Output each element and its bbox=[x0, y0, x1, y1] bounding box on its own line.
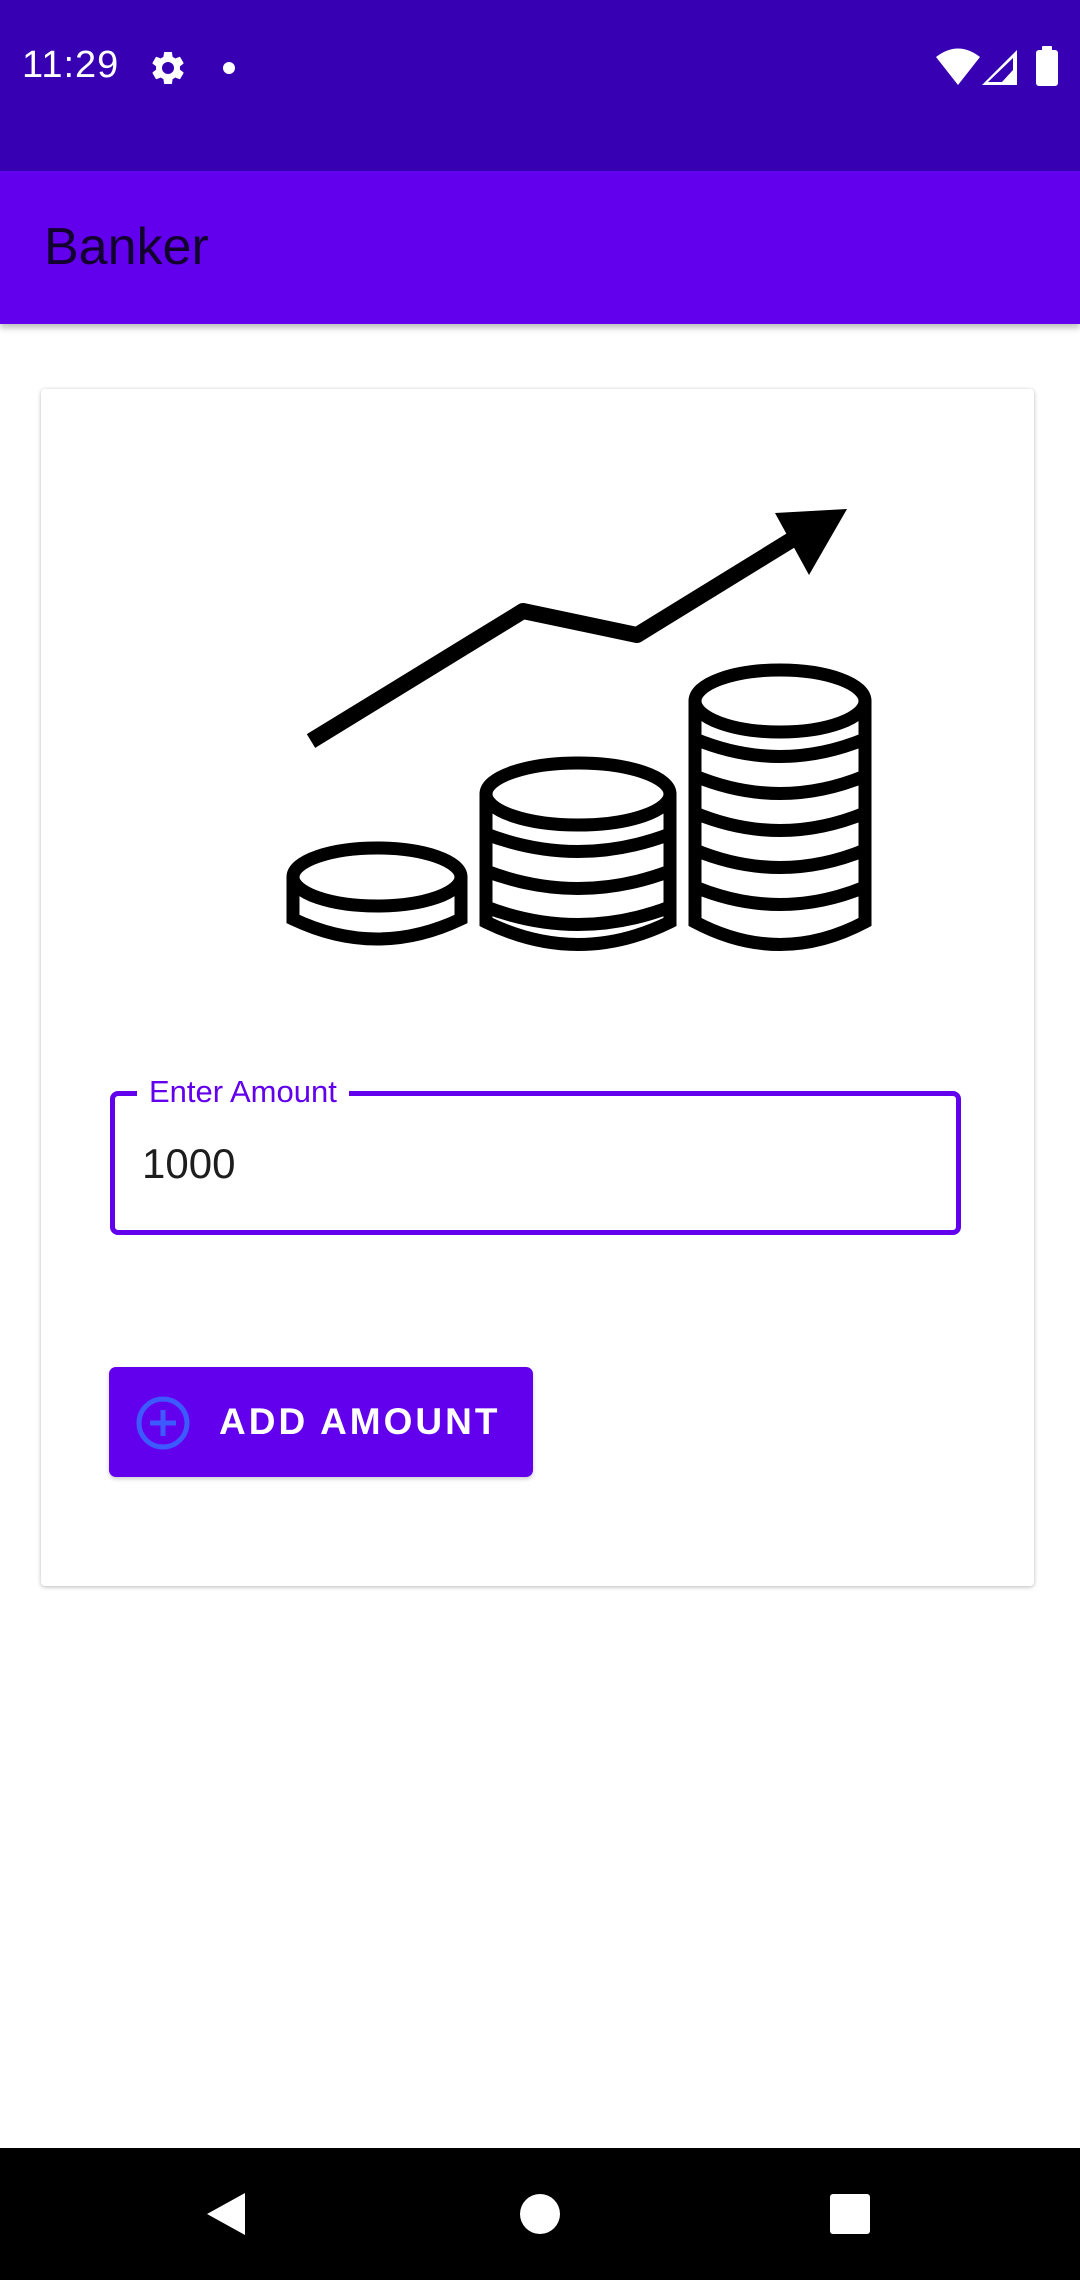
add-circle-icon bbox=[135, 1395, 191, 1454]
notification-dot-icon bbox=[222, 61, 236, 80]
back-icon[interactable] bbox=[205, 2191, 247, 2242]
home-icon[interactable] bbox=[519, 2193, 561, 2240]
battery-icon bbox=[1036, 46, 1058, 91]
gear-icon bbox=[148, 48, 188, 93]
wifi-icon bbox=[936, 48, 980, 91]
amount-field[interactable]: Enter Amount bbox=[110, 1072, 961, 1235]
recents-icon[interactable] bbox=[829, 2193, 871, 2240]
app-bar: Banker bbox=[0, 171, 1080, 324]
add-amount-label: ADD AMOUNT bbox=[219, 1401, 501, 1442]
status-time: 11:29 bbox=[22, 44, 120, 86]
navigation-bar bbox=[0, 2148, 1080, 2280]
add-amount-button[interactable]: ADD AMOUNT bbox=[109, 1367, 533, 1477]
coins-growth-icon bbox=[241, 439, 881, 964]
amount-input[interactable] bbox=[142, 1140, 922, 1188]
status-bar: 11:29 bbox=[0, 0, 1080, 171]
amount-field-label: Enter Amount bbox=[137, 1072, 349, 1112]
amount-card: Enter Amount ADD AMOUNT bbox=[41, 389, 1034, 1586]
app-title: Banker bbox=[44, 218, 209, 276]
signal-icon bbox=[982, 48, 1018, 91]
